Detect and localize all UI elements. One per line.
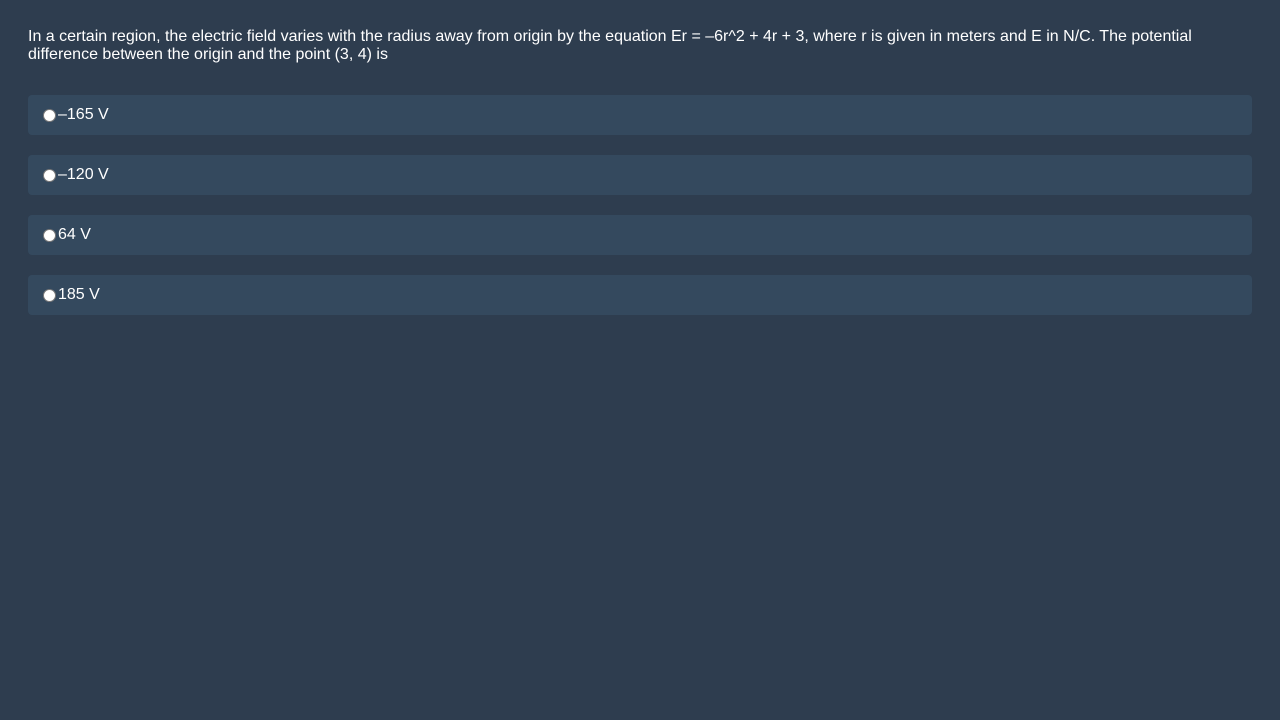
- answer-radio-1[interactable]: [43, 108, 56, 122]
- answer-label-3: 64 V: [58, 226, 91, 243]
- answer-radio-2[interactable]: [43, 168, 56, 182]
- answer-radio-4[interactable]: [43, 288, 56, 302]
- answer-option-4[interactable]: 185 V: [28, 275, 1252, 315]
- answer-label-2: –120 V: [58, 166, 109, 183]
- answer-option-1[interactable]: –165 V: [28, 95, 1252, 135]
- question-text: In a certain region, the electric field …: [28, 28, 1192, 63]
- quiz-container: In a certain region, the electric field …: [28, 28, 1252, 335]
- answer-label-1: –165 V: [58, 106, 109, 123]
- answer-options: –165 V –120 V 64 V 185 V: [28, 95, 1252, 315]
- answer-option-3[interactable]: 64 V: [28, 215, 1252, 255]
- answer-option-2[interactable]: –120 V: [28, 155, 1252, 195]
- answer-radio-3[interactable]: [43, 228, 56, 242]
- answer-label-4: 185 V: [58, 286, 100, 303]
